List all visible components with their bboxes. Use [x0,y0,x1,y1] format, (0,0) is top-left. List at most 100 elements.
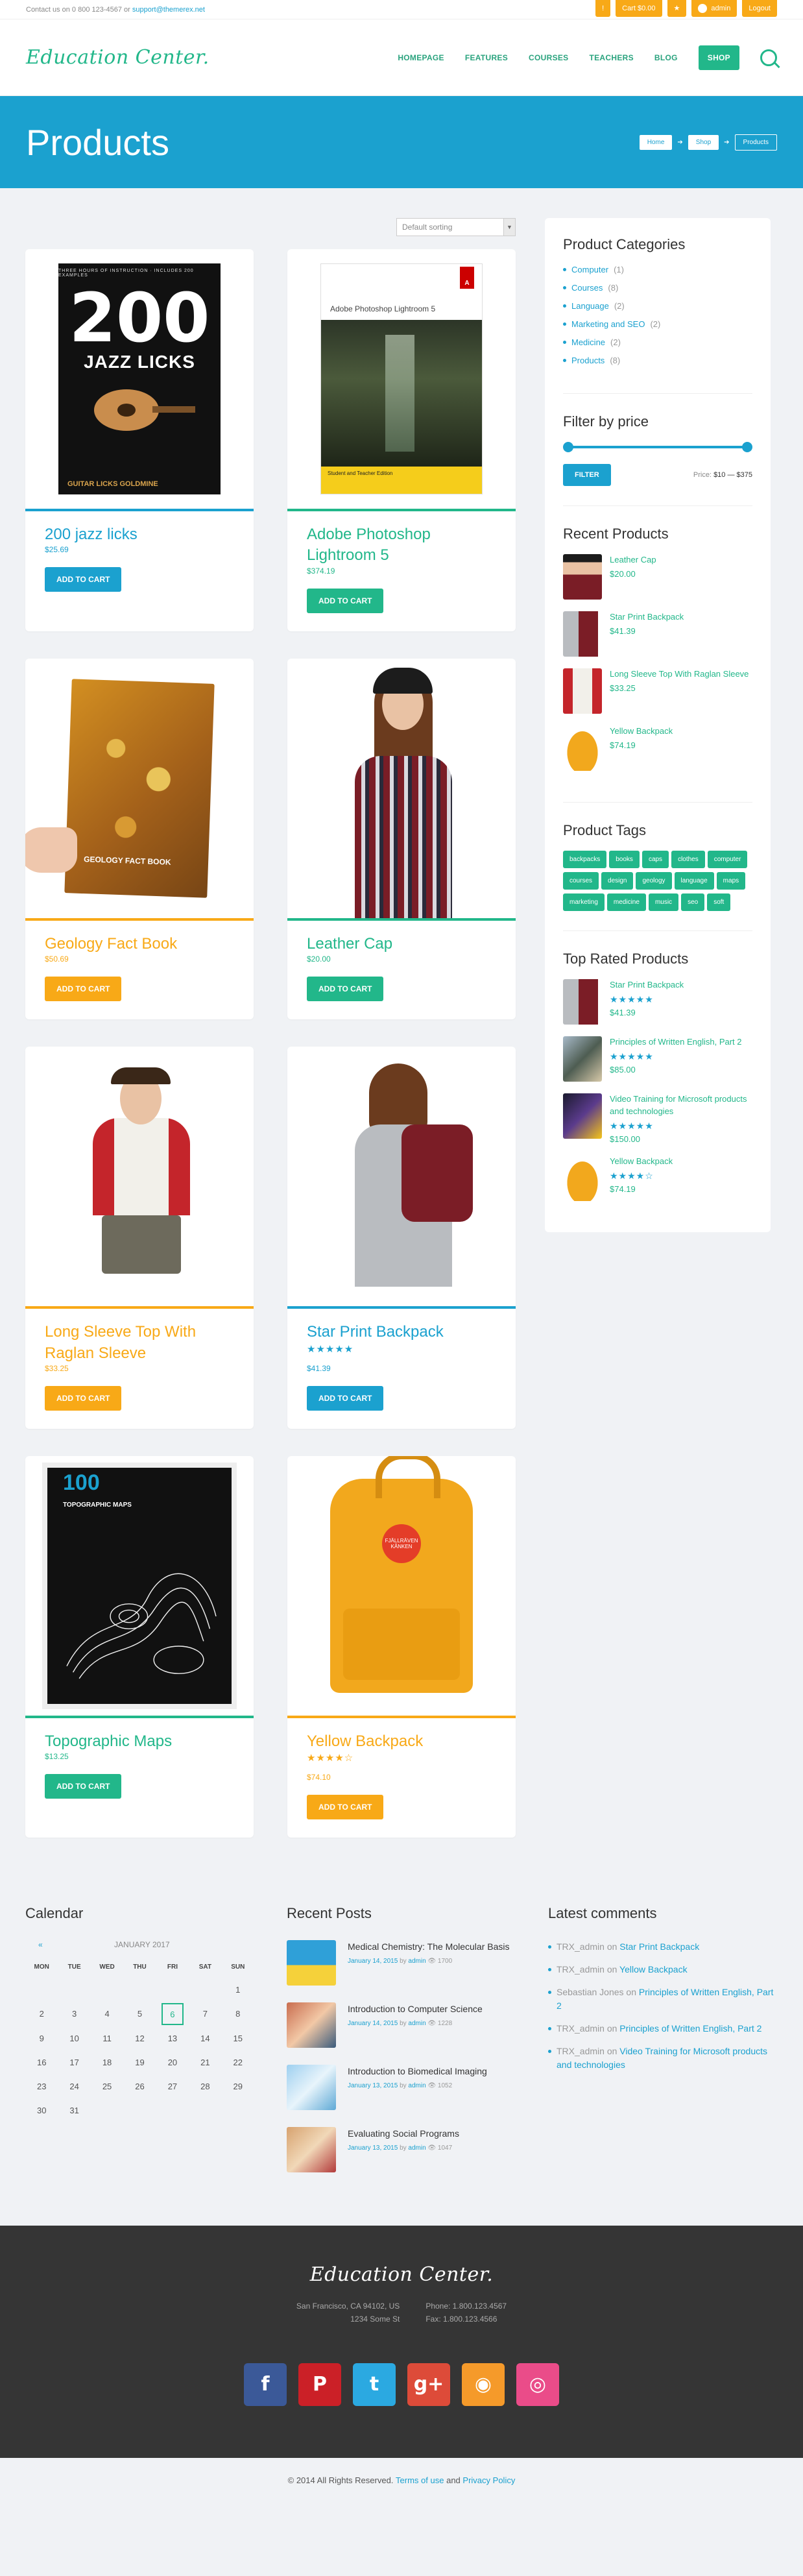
top-rated-name[interactable]: Principles of Written English, Part 2 [610,1036,742,1049]
google-plus-icon[interactable]: g+ [407,2363,450,2406]
tag[interactable]: seo [681,893,705,911]
add-to-cart-button[interactable]: ADD TO CART [45,1774,122,1799]
tag[interactable]: marketing [563,893,605,911]
product-title[interactable]: Topographic Maps [45,1732,172,1750]
calendar-day[interactable]: 9 [25,2034,58,2043]
product-title[interactable]: Long Sleeve Top With Raglan Sleeve [45,1323,196,1361]
product-title[interactable]: 200 jazz licks [45,526,138,543]
comment-link[interactable]: Principles of Written English, Part 2 [619,2023,761,2034]
recent-product-name[interactable]: Yellow Backpack [610,725,673,738]
post-title[interactable]: Evaluating Social Programs [348,2128,459,2139]
filter-button[interactable]: FILTER [563,464,611,486]
calendar-day[interactable]: 17 [58,2058,90,2067]
cart-button[interactable]: Cart $0.00 [616,0,662,17]
product-image[interactable]: FJÄLLRÄVEN KÅNKEN [287,1455,516,1718]
top-rated-item[interactable]: Yellow Backpack ★★★★☆ $74.19 [563,1155,752,1201]
bookmark-button[interactable]: ★ [667,0,687,17]
product-thumbnail[interactable] [563,668,602,714]
recent-post[interactable]: Introduction to Biomedical Imaging Janua… [287,2065,516,2111]
product-image[interactable]: GEOLOGY FACT BOOK [25,659,254,921]
product-thumbnail[interactable] [563,611,602,657]
tag[interactable]: books [609,851,640,868]
recent-post[interactable]: Evaluating Social Programs January 13, 2… [287,2127,516,2173]
comment-link[interactable]: Star Print Backpack [619,1941,699,1952]
top-rated-item[interactable]: Star Print Backpack ★★★★★ $41.39 [563,979,752,1025]
recent-post[interactable]: Medical Chemistry: The Molecular Basis J… [287,1940,516,1986]
tag[interactable]: maps [716,872,746,890]
price-max-handle[interactable] [742,442,752,452]
calendar-day[interactable]: 21 [189,2058,221,2067]
recent-product-item[interactable]: Yellow Backpack $74.19 [563,725,752,771]
top-rated-name[interactable]: Video Training for Microsoft products an… [610,1093,752,1118]
product-image[interactable] [287,1047,516,1309]
calendar-day[interactable]: 2 [25,2009,58,2019]
category-item[interactable]: Medicine (2) [563,337,752,347]
recent-product-name[interactable]: Star Print Backpack [610,611,684,624]
category-name[interactable]: Language [571,301,609,311]
calendar-day[interactable]: 11 [91,2034,123,2043]
post-title[interactable]: Introduction to Computer Science [348,2004,483,2014]
post-thumbnail[interactable] [287,2127,336,2173]
add-to-cart-button[interactable]: ADD TO CART [45,1385,122,1411]
calendar-day[interactable]: 22 [222,2058,254,2067]
add-to-cart-button[interactable]: ADD TO CART [307,588,384,613]
post-author[interactable]: admin [408,2082,425,2089]
calendar-day[interactable]: 23 [25,2082,58,2091]
top-rated-name[interactable]: Star Print Backpack [610,979,684,991]
search-icon[interactable] [760,49,777,66]
product-thumbnail[interactable] [563,554,602,600]
tag[interactable]: computer [707,851,748,868]
calendar-day[interactable]: 7 [189,2009,221,2019]
calendar-day[interactable]: 4 [91,2009,123,2019]
tag[interactable]: caps [641,851,669,868]
facebook-icon[interactable]: f [244,2363,287,2406]
category-item[interactable]: Computer (1) [563,265,752,274]
product-thumbnail[interactable] [563,1155,602,1201]
post-thumbnail[interactable] [287,2002,336,2048]
product-title[interactable]: Leather Cap [307,935,392,953]
price-slider[interactable] [563,442,752,452]
post-title[interactable]: Medical Chemistry: The Molecular Basis [348,1941,510,1952]
twitter-icon[interactable]: t [353,2363,396,2406]
calendar-day[interactable]: 15 [222,2034,254,2043]
recent-product-item[interactable]: Star Print Backpack $41.39 [563,611,752,657]
product-title[interactable]: Yellow Backpack [307,1732,423,1750]
post-thumbnail[interactable] [287,2065,336,2111]
calendar-day[interactable]: 14 [189,2034,221,2043]
nav-shop[interactable]: SHOP [698,45,739,70]
terms-link[interactable]: Terms of use [396,2475,444,2485]
nav-blog[interactable]: BLOG [654,53,678,62]
category-name[interactable]: Computer [571,265,608,274]
tag[interactable]: language [674,872,714,890]
breadcrumb-home[interactable]: Home [639,134,673,150]
nav-courses[interactable]: COURSES [529,53,568,62]
top-rated-name[interactable]: Yellow Backpack [610,1156,673,1168]
recent-product-item[interactable]: Long Sleeve Top With Raglan Sleeve $33.25 [563,668,752,714]
calendar-day[interactable]: 8 [222,2009,254,2019]
tag[interactable]: medicine [606,893,646,911]
top-rated-item[interactable]: Principles of Written English, Part 2 ★★★… [563,1036,752,1082]
calendar-day[interactable]: 13 [156,2034,189,2043]
product-image[interactable]: A Adobe Photoshop Lightroom 5 Student an… [287,249,516,511]
tag[interactable]: geology [636,872,672,890]
calendar-day[interactable]: 16 [25,2058,58,2067]
calendar-day[interactable]: 24 [58,2082,90,2091]
calendar-day[interactable]: 6 [161,2003,184,2026]
tag[interactable]: clothes [671,851,705,868]
add-to-cart-button[interactable]: ADD TO CART [45,567,122,592]
product-thumbnail[interactable] [563,979,602,1025]
nav-teachers[interactable]: TEACHERS [590,53,634,62]
product-image[interactable]: THREE HOURS OF INSTRUCTION · INCLUDES 20… [25,249,254,511]
tag[interactable]: design [601,872,634,890]
dribbble-icon[interactable]: ◎ [516,2363,559,2406]
recent-product-item[interactable]: Leather Cap $20.00 [563,554,752,600]
pinterest-icon[interactable]: P [298,2363,341,2406]
price-min-handle[interactable] [563,442,573,452]
privacy-link[interactable]: Privacy Policy [462,2475,515,2485]
product-thumbnail[interactable] [563,1093,602,1139]
tag[interactable]: soft [707,893,731,911]
post-thumbnail[interactable] [287,1940,336,1986]
calendar-day[interactable]: 1 [222,1985,254,1995]
post-author[interactable]: admin [408,1958,425,1965]
calendar-day[interactable]: 26 [123,2082,156,2091]
